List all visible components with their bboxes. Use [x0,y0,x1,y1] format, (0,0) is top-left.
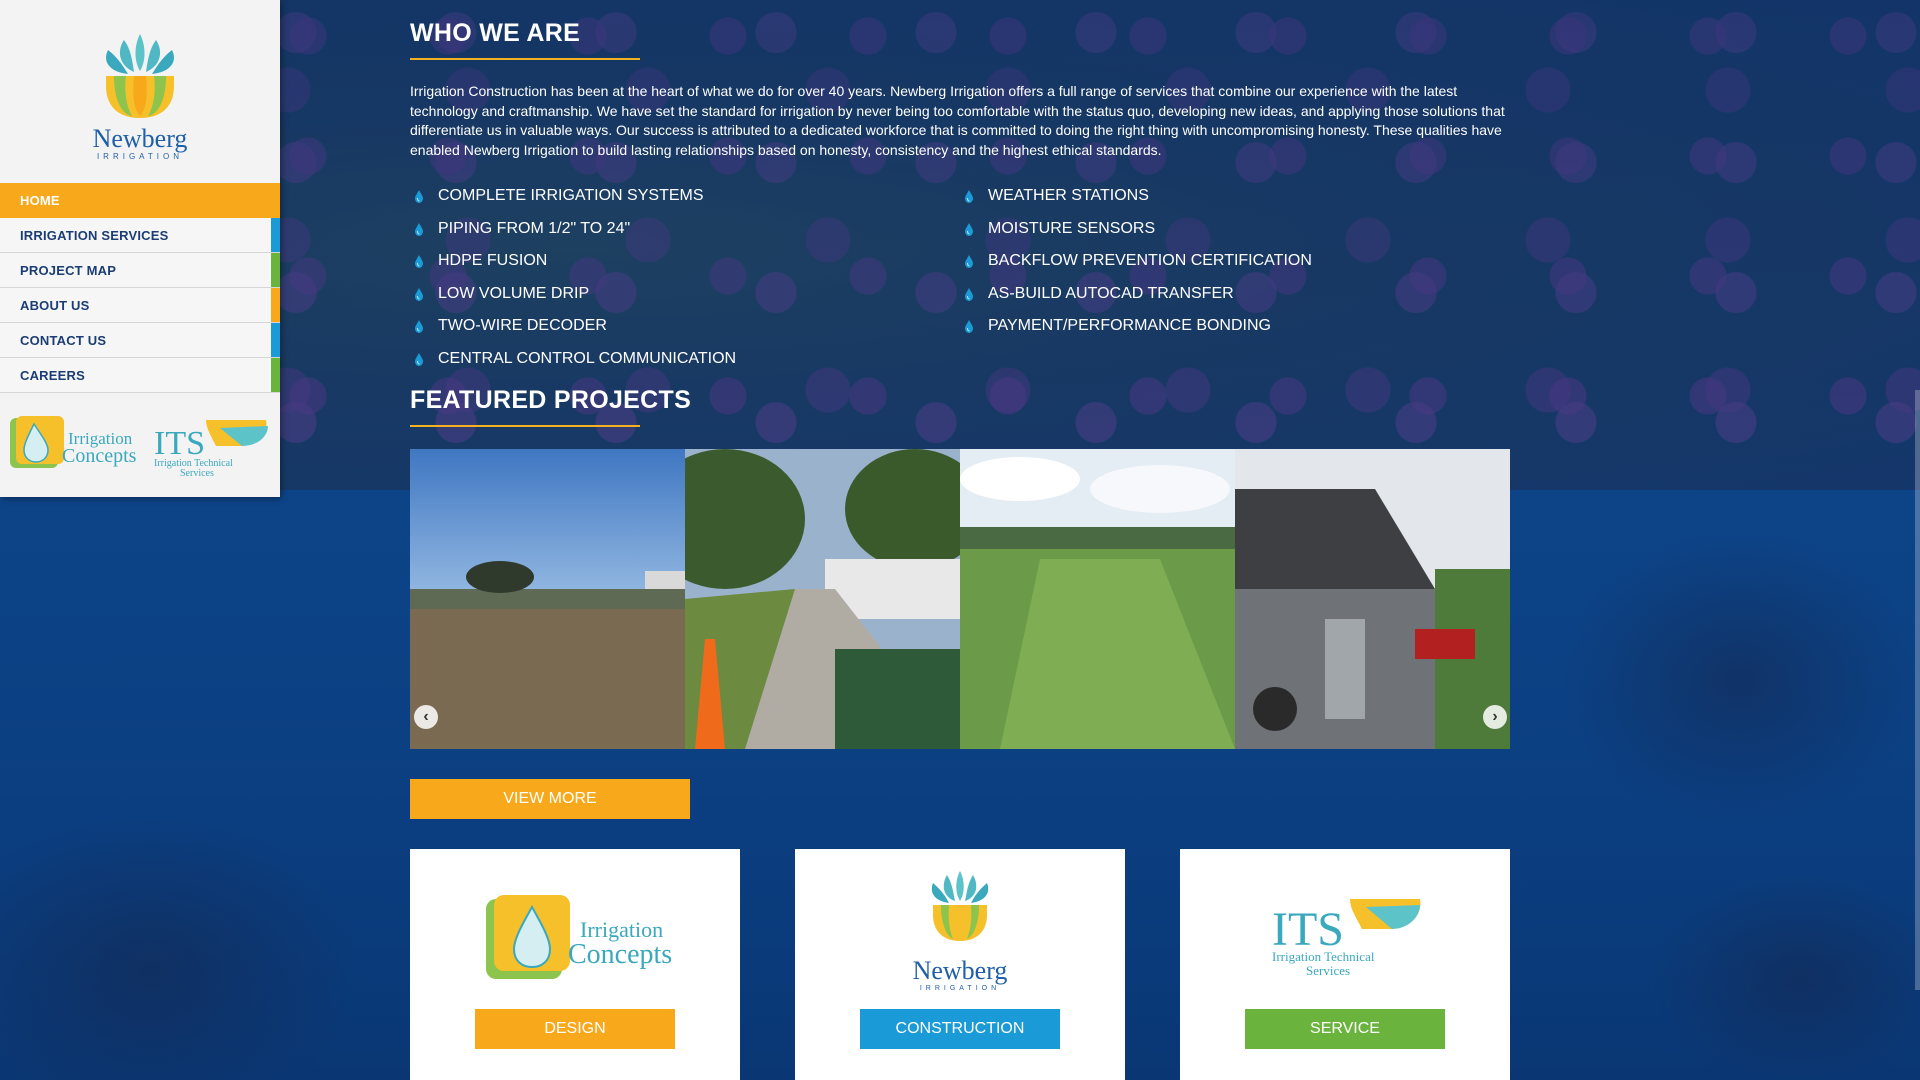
brand-name: Newberg [92,124,188,153]
service-cards: Irrigation Concepts DESIGN Newberg IRRIG… [410,849,1510,1080]
newberg-logo-icon: Newberg IRRIGATION [913,871,1008,992]
page-scrollbar[interactable] [1915,390,1920,990]
nav-accent-strip [271,218,280,252]
svg-text:ITS: ITS [154,425,205,462]
nav-item-label: IRRIGATION SERVICES [20,227,169,243]
newberg-logo-icon [106,34,174,118]
nav-item-irrigation-services[interactable]: IRRIGATION SERVICES [0,218,280,253]
nav-item-about-us[interactable]: ABOUT US [0,288,280,323]
nav-accent-strip [271,358,280,392]
svg-text:Services: Services [1306,963,1350,978]
nav-item-label: CAREERS [20,367,85,383]
construction-card: Newberg IRRIGATION CONSTRUCTION [795,849,1125,1080]
partner-logos: Irrigation Concepts ITS Irrigation Techn… [6,412,276,482]
sidebar: Newberg IRRIGATION HOME IRRIGATION SERVI… [0,0,280,497]
nav-item-careers[interactable]: CAREERS [0,358,280,393]
nav-item-label: ABOUT US [20,297,90,313]
design-card: Irrigation Concepts DESIGN [410,849,740,1080]
svg-text:IRRIGATION: IRRIGATION [920,985,1000,992]
svg-text:Concepts: Concepts [62,445,137,467]
brand-sub: IRRIGATION [96,152,184,161]
nav-accent-strip [271,323,280,357]
nav-item-label: PROJECT MAP [20,262,117,278]
svg-text:Newberg: Newberg [913,956,1008,985]
design-button[interactable]: DESIGN [475,1009,675,1049]
nav-item-label: CONTACT US [20,332,107,348]
its-logo[interactable]: ITS Irrigation Technical Services [154,420,268,479]
nav-item-home[interactable]: HOME [0,183,280,218]
service-card: ITS Irrigation Technical Services SERVIC… [1180,849,1510,1080]
construction-button[interactable]: CONSTRUCTION [860,1009,1060,1049]
newberg-logo[interactable]: Newberg IRRIGATION [84,26,196,161]
service-cards-layer: Irrigation Concepts DESIGN Newberg IRRIG… [410,0,1510,1080]
irrigation-concepts-logo: Irrigation Concepts [486,895,672,979]
nav-item-project-map[interactable]: PROJECT MAP [0,253,280,288]
nav-accent-strip [271,253,280,287]
main-nav: HOME IRRIGATION SERVICES PROJECT MAP ABO… [0,183,280,393]
irrigation-concepts-logo[interactable]: Irrigation Concepts [10,416,137,468]
svg-text:Services: Services [180,468,214,479]
service-button[interactable]: SERVICE [1245,1009,1445,1049]
svg-text:Irrigation Technical: Irrigation Technical [1272,949,1375,964]
nav-item-label: HOME [20,193,60,208]
its-logo: ITS Irrigation Technical Services [1272,899,1421,978]
svg-text:Concepts: Concepts [568,939,672,970]
nav-accent-strip [271,288,280,322]
nav-item-contact-us[interactable]: CONTACT US [0,323,280,358]
